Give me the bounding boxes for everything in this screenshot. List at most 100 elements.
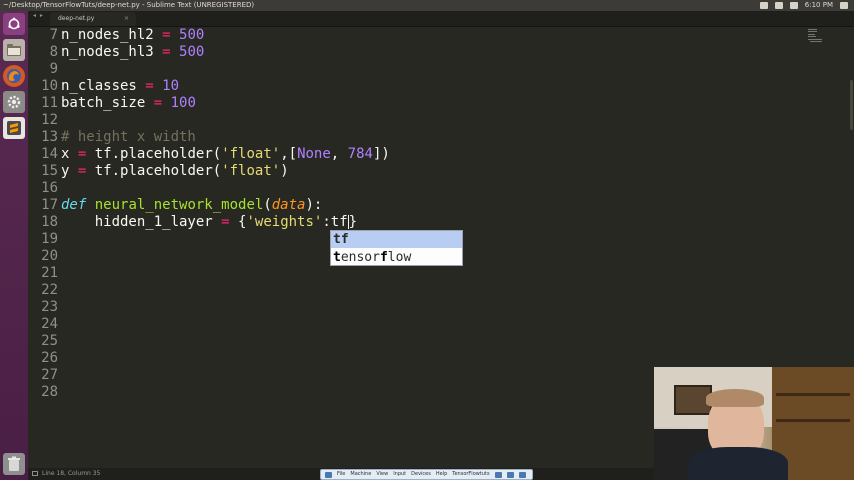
tab-label: deep-net.py: [58, 15, 95, 22]
code-token: =: [221, 214, 230, 230]
vm-toolbar: File Machine View Input Devices Help Ten…: [320, 469, 533, 480]
tab-nav-arrows[interactable]: ◂ ▸: [33, 12, 44, 19]
code-string: 'float': [221, 146, 281, 162]
sublime-text-icon[interactable]: [3, 117, 25, 139]
line-number: 14: [41, 146, 58, 162]
code-token: ):: [305, 197, 323, 213]
code-token: }: [348, 214, 358, 230]
system-tray: 6:10 PM: [759, 0, 848, 11]
network-icon[interactable]: [759, 2, 768, 9]
vm-menu-help[interactable]: Help: [436, 470, 447, 479]
line-number: 13: [41, 129, 58, 145]
ubuntu-dash-icon[interactable]: [3, 13, 25, 35]
code-token: ]): [372, 146, 390, 162]
vm-menu-view[interactable]: View: [376, 470, 388, 479]
line-number: 23: [41, 299, 58, 315]
vm-menu-input[interactable]: Input: [393, 470, 406, 479]
vm-name: TensorFlowtuts: [452, 471, 490, 477]
cursor-position: Line 18, Column 35: [42, 470, 101, 477]
code-token: ): [280, 163, 289, 179]
code-token: ,: [330, 146, 348, 162]
line-number: 8: [49, 44, 58, 60]
autocomplete-item-selected[interactable]: tf: [331, 231, 462, 248]
code-token: (: [263, 197, 272, 213]
line-number: 11: [41, 95, 58, 111]
autocomplete-item[interactable]: tensorflow: [331, 249, 462, 266]
code-line-active: hidden_1_layer = {'weights':tf}: [61, 214, 357, 231]
line-number: 18: [41, 214, 58, 230]
line-number: 20: [41, 248, 58, 264]
code-line: batch_size = 100: [61, 95, 196, 112]
autocomplete-match: t: [333, 250, 341, 265]
code-line: y = tf.placeholder('float'): [61, 163, 289, 180]
autocomplete-match: tf: [333, 232, 349, 247]
trash-icon[interactable]: [3, 453, 25, 475]
vertical-scrollbar[interactable]: [850, 80, 853, 130]
line-number: 27: [41, 367, 58, 383]
files-icon[interactable]: [3, 39, 25, 61]
settings-cog-icon[interactable]: [840, 2, 848, 9]
code-token: =: [153, 95, 163, 111]
volume-icon[interactable]: [789, 2, 798, 9]
line-number: 12: [41, 112, 58, 128]
code-token: 500: [179, 44, 205, 60]
line-number: 10: [41, 78, 58, 94]
line-number: 24: [41, 316, 58, 332]
code-token: hidden_1_layer: [94, 214, 213, 230]
line-number: 7: [49, 27, 58, 43]
line-number: 17: [41, 197, 58, 213]
vm-minimize-icon[interactable]: [494, 471, 502, 478]
clock[interactable]: 6:10 PM: [805, 0, 833, 11]
line-number: 15: [41, 163, 58, 179]
code-token: n_nodes_hl3: [61, 44, 154, 60]
code-token: tf.placeholder(: [94, 146, 222, 162]
code-token: tf.placeholder(: [94, 163, 222, 179]
settings-icon[interactable]: [3, 91, 25, 113]
vm-menu-devices[interactable]: Devices: [411, 470, 431, 479]
autocomplete-rest: ensor: [340, 250, 380, 265]
line-number: 9: [49, 61, 58, 77]
code-keyword: def: [61, 197, 87, 213]
keyboard-icon[interactable]: [774, 2, 783, 9]
panel-toggle-icon[interactable]: [32, 471, 38, 476]
vm-pin-icon[interactable]: [325, 471, 332, 478]
line-number: 16: [41, 180, 58, 196]
vm-menu-file[interactable]: File: [337, 470, 345, 479]
minimap[interactable]: [808, 27, 824, 43]
vm-restore-icon[interactable]: [506, 471, 514, 478]
close-icon[interactable]: ×: [124, 12, 129, 26]
webcam-overlay: [654, 367, 854, 480]
code-string: 'float': [221, 163, 281, 179]
line-number: 22: [41, 282, 58, 298]
code-line: x = tf.placeholder('float',[None, 784]): [61, 146, 390, 163]
window-title: ~/Desktop/TensorFlowTuts/deep-net.py - S…: [3, 1, 255, 9]
firefox-icon[interactable]: [3, 65, 25, 87]
code-comment: # height x width: [61, 129, 196, 145]
tab-bar: ◂ ▸ deep-net.py ×: [28, 11, 854, 27]
code-string: 'weights': [246, 214, 323, 230]
line-number: 21: [41, 265, 58, 281]
code-token: :tf: [322, 214, 348, 230]
code-token: batch_size: [61, 95, 146, 111]
vm-close-icon[interactable]: [518, 471, 526, 478]
vm-menu-machine[interactable]: Machine: [350, 470, 371, 479]
code-constant: None: [297, 146, 331, 162]
autocomplete-popup[interactable]: tf tensorflow: [330, 230, 463, 266]
code-token: 10: [162, 78, 180, 94]
code-token: n_nodes_hl2: [61, 27, 154, 43]
code-line: n_nodes_hl3 = 500: [61, 44, 204, 61]
code-token: =: [162, 44, 171, 60]
